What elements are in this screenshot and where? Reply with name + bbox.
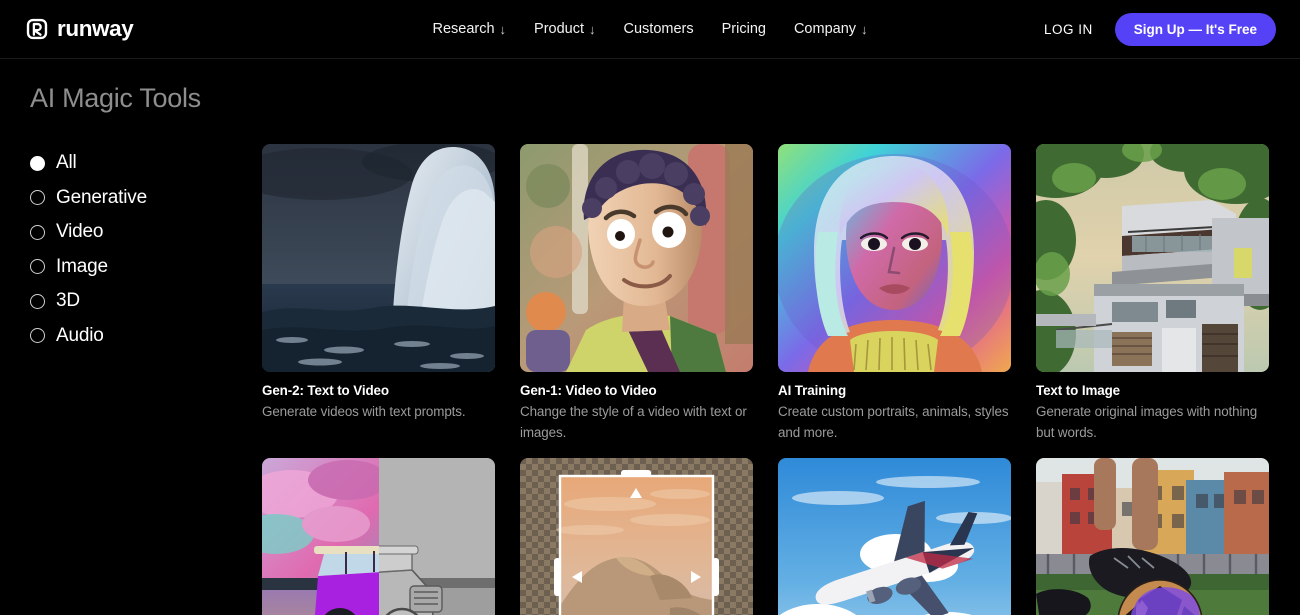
tool-card-description: Create custom portraits, animals, styles… [778, 404, 1009, 440]
tool-card-title: Text to Image [1036, 383, 1121, 398]
expand-image-canvas-thumbnail [520, 457, 753, 615]
primary-nav-links: Research ↓ Product ↓ Customers Pricing C… [432, 21, 867, 37]
radio-unselected-icon [30, 293, 45, 309]
filter-option-video[interactable]: Video [30, 221, 262, 243]
nav-item-product[interactable]: Product ↓ [534, 21, 595, 37]
radio-unselected-icon [30, 328, 45, 343]
neon-portrait-thumbnail [778, 144, 1011, 372]
login-link[interactable]: LOG IN [1044, 22, 1093, 37]
radio-unselected-icon [30, 190, 45, 205]
radio-selected-icon [30, 155, 45, 171]
filter-option-audio[interactable]: Audio [30, 325, 262, 347]
tool-card-description: Generate videos with text prompts. [262, 404, 466, 419]
tool-card[interactable]: Text to Image Generate original images w… [1036, 144, 1269, 444]
tools-grid: Gen-2: Text to Video Generate videos wit… [262, 59, 1300, 615]
nav-label: Company [793, 21, 857, 37]
arrow-down-icon: ↓ [589, 21, 596, 37]
filter-label: Audio [56, 324, 104, 346]
stormy-ocean-wave-thumbnail [262, 144, 495, 372]
brand-wordmark: runway [57, 16, 134, 41]
soccer-ball-mask-thumbnail [1036, 457, 1269, 615]
top-navigation-bar: runway Research ↓ Product ↓ Customers Pr… [0, 0, 1300, 59]
nav-item-research[interactable]: Research ↓ [432, 21, 506, 37]
filter-option-3d[interactable]: 3D [30, 290, 262, 312]
tool-card-title: Gen-2: Text to Video [262, 383, 389, 398]
filter-option-all[interactable]: All [30, 152, 262, 174]
colorize-split-jeep-thumbnail [262, 457, 495, 615]
tool-card[interactable] [1036, 457, 1269, 615]
brand-logo[interactable]: runway [26, 16, 134, 42]
nav-label: Customers [623, 21, 694, 37]
nav-label: Research [432, 21, 495, 37]
page-title: AI Magic Tools [30, 83, 201, 113]
animated-character-thumbnail [520, 144, 753, 372]
filter-label: 3D [56, 290, 80, 311]
filter-option-generative[interactable]: Generative [30, 187, 262, 209]
filter-label: Video [56, 221, 104, 242]
nav-label: Pricing [721, 21, 766, 37]
sidebar: AI Magic Tools All Generative Video Imag… [0, 59, 262, 615]
signup-button[interactable]: Sign Up — It's Free [1114, 12, 1276, 46]
tool-card[interactable]: Gen-1: Video to Video Change the style o… [520, 144, 753, 444]
nav-actions: LOG IN Sign Up — It's Free [1044, 12, 1276, 46]
filter-option-image[interactable]: Image [30, 256, 262, 278]
nav-item-customers[interactable]: Customers [624, 21, 694, 37]
page-body: AI Magic Tools All Generative Video Imag… [0, 59, 1300, 615]
category-filter-list: All Generative Video Image 3D Audio [30, 152, 262, 347]
tool-card-description: Change the style of a video with text or… [520, 404, 747, 440]
tool-card[interactable]: Gen-2: Text to Video Generate videos wit… [262, 144, 495, 444]
tool-card-title: AI Training [778, 383, 847, 398]
airplane-sky-thumbnail [778, 457, 1011, 615]
tool-card[interactable]: AI Training Create custom portraits, ani… [778, 144, 1011, 444]
tool-card[interactable] [262, 457, 495, 615]
nav-label: Product [534, 21, 585, 37]
tool-card[interactable] [520, 457, 753, 615]
modern-architecture-thumbnail [1036, 144, 1269, 372]
radio-unselected-icon [30, 259, 45, 274]
nav-item-company[interactable]: Company ↓ [794, 21, 868, 37]
runway-logo-icon [26, 18, 48, 40]
arrow-down-icon: ↓ [861, 21, 868, 37]
radio-unselected-icon [30, 224, 45, 240]
tool-card[interactable] [778, 457, 1011, 615]
filter-label: Image [56, 255, 108, 277]
tool-card-title: Gen-1: Video to Video [520, 383, 657, 398]
tool-card-description: Generate original images with nothing bu… [1036, 404, 1258, 440]
filter-label: Generative [56, 186, 147, 208]
nav-item-pricing[interactable]: Pricing [722, 21, 766, 37]
arrow-down-icon: ↓ [499, 21, 507, 37]
filter-label: All [56, 152, 77, 173]
